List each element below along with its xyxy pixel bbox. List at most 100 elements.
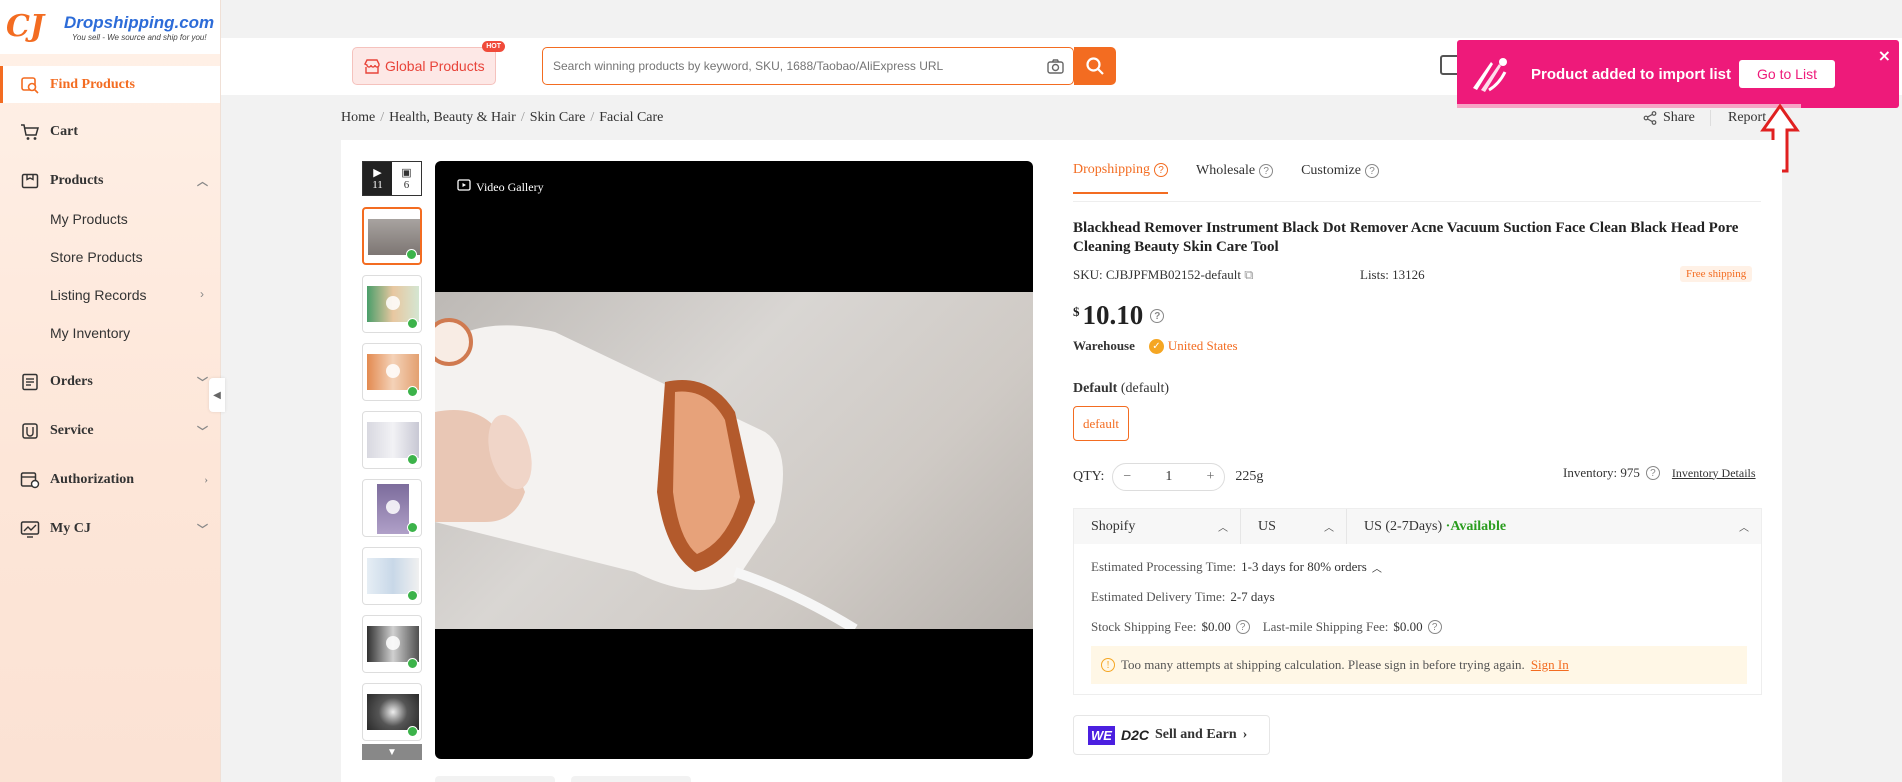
chart-icon (19, 520, 41, 538)
box-icon (19, 172, 41, 190)
help-icon[interactable]: ? (1259, 164, 1274, 178)
sidebar-subitem-my-inventory[interactable]: My Inventory (50, 325, 130, 341)
thumbnail-scroll-down-button[interactable]: ▼ (362, 744, 422, 760)
image-count-tab[interactable]: ▣ 6 (392, 162, 421, 195)
sidebar-item-my-cj[interactable]: My CJ ﹀ (0, 511, 220, 547)
chevron-up-icon: ︿ (1739, 523, 1749, 534)
play-icon (386, 296, 400, 310)
gallery-thumbnail[interactable] (362, 275, 422, 333)
copy-icon[interactable]: ⧉ (1244, 267, 1253, 282)
country-select[interactable]: US ︿ (1241, 509, 1347, 544)
chevron-up-icon: ︿ (1218, 523, 1228, 534)
close-icon[interactable]: × (1878, 46, 1891, 65)
plus-button[interactable]: + (1206, 469, 1214, 485)
play-icon (386, 636, 400, 650)
sidebar-item-find-products[interactable]: Find Products (0, 66, 220, 103)
d2c-logo: D2C (1120, 727, 1149, 743)
import-toast: Product added to import list Go to List … (1457, 40, 1899, 108)
d2c-sell-and-earn-button[interactable]: WE D2C Sell and Earn › (1073, 715, 1270, 755)
variant-option-default[interactable]: default (1073, 406, 1129, 441)
sidebar-subitem-store-products[interactable]: Store Products (50, 249, 143, 265)
sidebar-item-cart[interactable]: Cart (0, 114, 220, 150)
whatsapp-icon (407, 386, 418, 397)
video-player[interactable]: Video Gallery (435, 161, 1033, 759)
top-strip (221, 0, 1902, 38)
sidebar-item-label: Products (50, 173, 104, 188)
share-icon (1643, 111, 1657, 125)
product-title: Blackhead Remover Instrument Black Dot R… (1073, 220, 1739, 255)
sidebar-subitem-my-products[interactable]: My Products (50, 211, 128, 227)
sidebar-item-products[interactable]: Products ︿ (0, 163, 220, 199)
breadcrumb-home[interactable]: Home (341, 110, 375, 125)
search-bar (542, 47, 1074, 85)
minus-button[interactable]: − (1123, 469, 1131, 485)
whatsapp-icon (407, 454, 418, 465)
tab-customize[interactable]: Customize? (1301, 162, 1379, 194)
gallery-thumbnail[interactable] (362, 547, 422, 605)
help-icon[interactable]: ? (1235, 620, 1250, 634)
report-button[interactable]: Report (1710, 110, 1766, 126)
help-icon[interactable]: ? (1364, 164, 1379, 178)
global-products-button[interactable]: Global Products HOT (352, 41, 505, 85)
sidebar-subitem-listing-records[interactable]: Listing Records › (50, 287, 204, 303)
sidebar-item-label: Find Products (50, 76, 135, 92)
gallery-thumbnail[interactable] (362, 615, 422, 673)
shipping-selectors: Shopify ︿ US ︿ US (2-7Days) ·Available ︿ (1074, 509, 1761, 544)
gallery-thumbnail[interactable] (362, 683, 422, 741)
price-value: 10.10 (1082, 300, 1144, 330)
shipping-method-select[interactable]: US (2-7Days) ·Available ︿ (1347, 509, 1761, 544)
camera-icon[interactable] (1037, 58, 1073, 74)
platform-select[interactable]: Shopify ︿ (1074, 509, 1241, 544)
toast-message: Product added to import list (1531, 65, 1732, 83)
go-to-list-button[interactable]: Go to List (1739, 60, 1836, 88)
chevron-down-icon: ﹀ (197, 524, 208, 536)
purchase-tabs: Dropshipping? Wholesale? Customize? (1073, 162, 1407, 194)
orders-icon (19, 373, 41, 391)
action-button-stub (571, 776, 691, 782)
tab-wholesale[interactable]: Wholesale? (1196, 162, 1274, 194)
product-price: $ 10.10 ? (1073, 300, 1165, 331)
product-weight: 225g (1235, 469, 1264, 484)
cj-logo-mark: CJ (6, 9, 45, 44)
brand-tagline: You sell - We source and ship for you! (72, 32, 207, 42)
whatsapp-icon (407, 590, 418, 601)
chevron-down-icon: ﹀ (197, 426, 208, 438)
warning-icon: ! (1101, 658, 1115, 672)
chevron-up-icon[interactable]: ︿ (1372, 560, 1382, 575)
gallery-thumbnail[interactable] (362, 207, 422, 265)
help-icon[interactable]: ? (1150, 309, 1165, 323)
image-icon: ▣ (401, 167, 412, 179)
help-icon[interactable]: ? (1154, 163, 1168, 177)
share-button[interactable]: Share (1643, 110, 1695, 126)
tab-divider (1073, 201, 1761, 202)
whatsapp-icon (406, 249, 417, 260)
tab-dropshipping[interactable]: Dropshipping? (1073, 162, 1168, 194)
help-icon[interactable]: ? (1427, 620, 1442, 634)
help-icon[interactable]: ? (1645, 466, 1660, 480)
video-count-tab[interactable]: ▶ 11 (363, 162, 392, 195)
sidebar-item-orders[interactable]: Orders ﹀ (0, 364, 220, 400)
chevron-right-icon: › (1242, 727, 1248, 742)
gallery-thumbnail[interactable] (362, 411, 422, 469)
search-input[interactable] (543, 48, 1037, 84)
breadcrumb-item[interactable]: Health, Beauty & Hair (389, 110, 516, 125)
sidebar-collapse-button[interactable]: ◀ (209, 378, 225, 412)
warehouse-option[interactable]: ✓ United States (1148, 338, 1238, 354)
qty-label: QTY: (1073, 469, 1105, 484)
sidebar-item-authorization[interactable]: Authorization › (0, 462, 220, 498)
breadcrumb-item[interactable]: Facial Care (599, 110, 663, 125)
search-button[interactable] (1074, 47, 1116, 85)
chevron-right-icon: › (200, 287, 204, 301)
gallery-thumbnail[interactable] (362, 343, 422, 401)
play-icon (386, 364, 400, 378)
warehouse-row: Warehouse ✓ United States (1073, 338, 1238, 354)
gallery-thumbnail[interactable] (362, 479, 422, 537)
sidebar-item-service[interactable]: Service ﹀ (0, 413, 220, 449)
product-sku: SKU: CJBJPFMB02152-default ⧉ (1073, 267, 1254, 282)
logo[interactable]: CJ Dropshipping.com You sell - We source… (0, 0, 220, 54)
inventory-details-link[interactable]: Inventory Details (1672, 466, 1756, 481)
shipping-fees: Stock Shipping Fee: $0.00? Last-mile Ship… (1091, 619, 1442, 635)
breadcrumb-item[interactable]: Skin Care (530, 110, 586, 125)
sign-in-link[interactable]: Sign In (1531, 657, 1569, 673)
quantity-input[interactable]: 1 (1165, 469, 1172, 485)
